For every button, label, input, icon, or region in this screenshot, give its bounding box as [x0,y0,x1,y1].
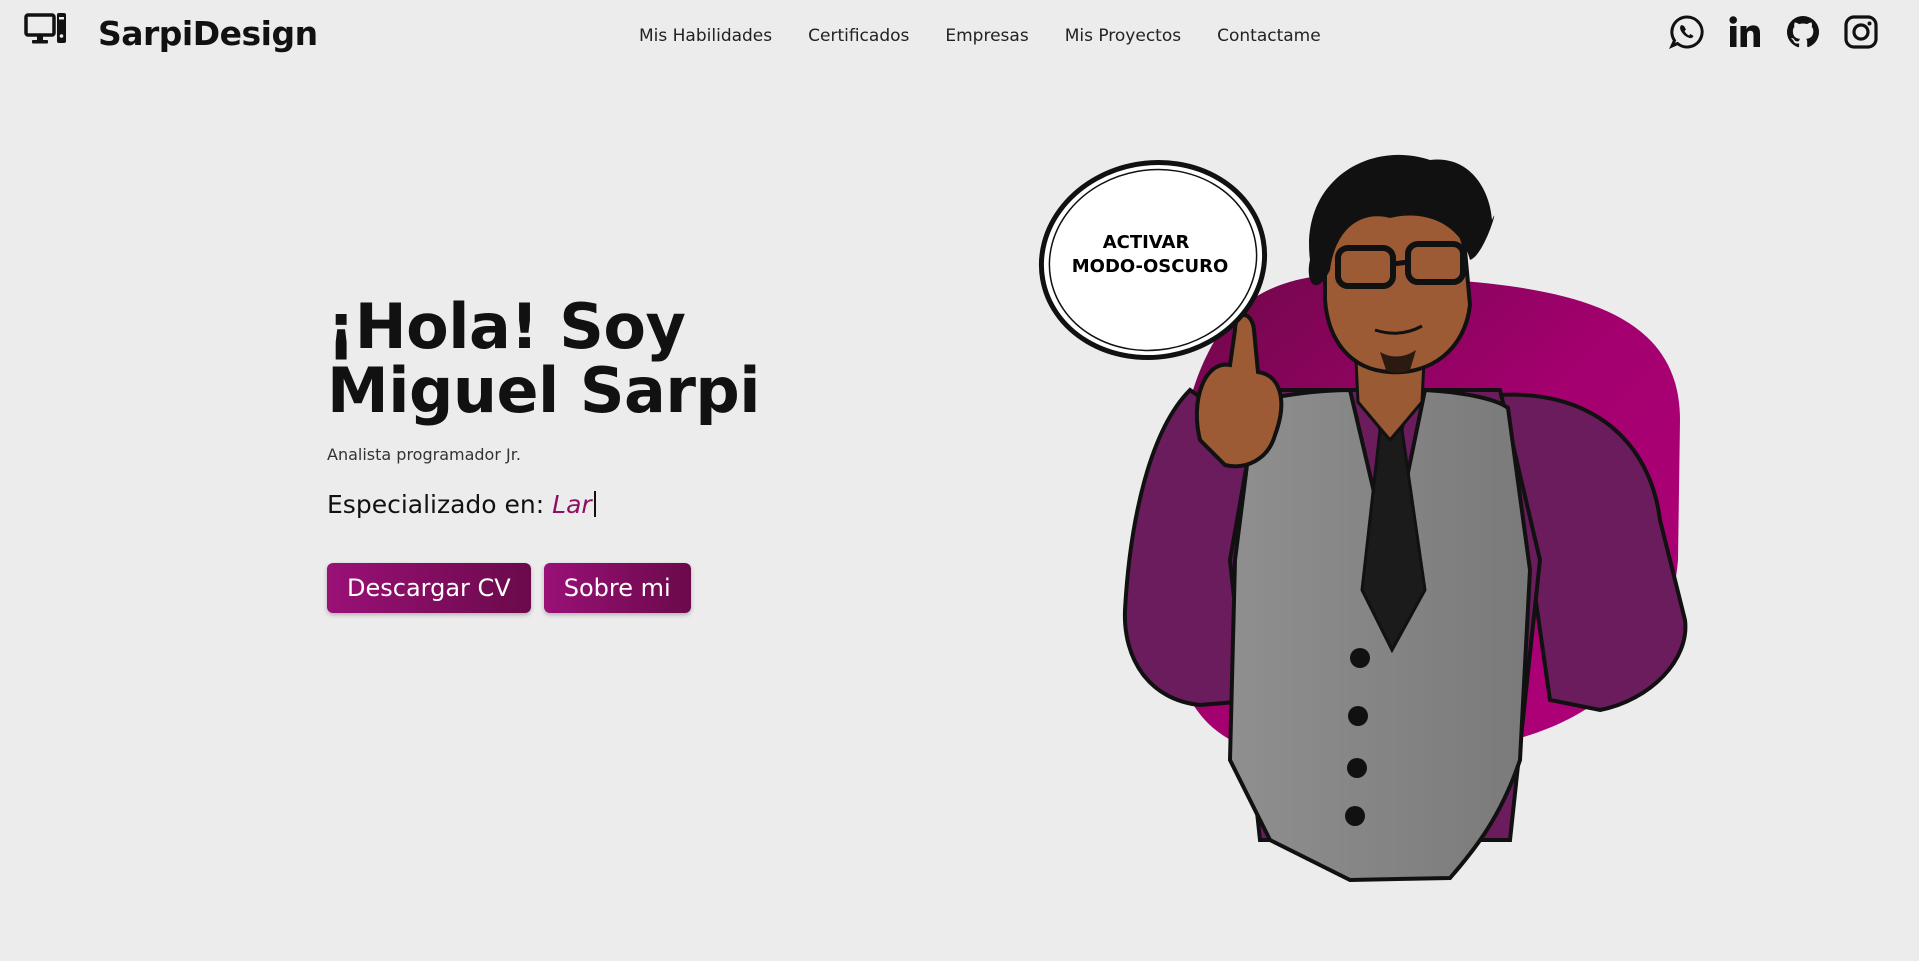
hero-subtitle: Analista programador Jr. [327,445,521,464]
hero-title-line1: ¡Hola! Soy [327,290,686,363]
whatsapp-icon[interactable] [1669,14,1705,50]
linkedin-icon[interactable] [1727,14,1763,50]
nav-link-empresas[interactable]: Empresas [945,26,1028,46]
desktop-computer-icon[interactable] [24,12,68,46]
nav-link-certificados[interactable]: Certificados [808,26,909,46]
nav-link-contactame[interactable]: Contactame [1217,26,1321,46]
specialization-typed-text: Lar [552,490,592,519]
avatar-illustration: ACTIVAR MODO-OSCURO [1038,154,1688,883]
hero-buttons: Descargar CV Sobre mi [327,563,887,613]
hero-title: ¡Hola! Soy Miguel Sarpi [327,295,887,423]
hero-section: ¡Hola! Soy Miguel Sarpi Analista program… [327,295,887,613]
dark-mode-toggle-line1[interactable]: ACTIVAR [1103,232,1190,253]
nav-link-habilidades[interactable]: Mis Habilidades [639,26,772,46]
github-icon[interactable] [1785,14,1821,50]
header: SarpiDesign Mis Habilidades Certificados… [0,0,1919,75]
typing-caret [593,491,596,517]
download-cv-button[interactable]: Descargar CV [327,563,531,613]
about-me-button[interactable]: Sobre mi [543,563,691,613]
hero-title-line2: Miguel Sarpi [327,354,761,427]
specialization-line: Especializado en: Lar [327,490,887,519]
dark-mode-toggle-line2[interactable]: MODO-OSCURO [1072,256,1229,277]
brand-name[interactable]: SarpiDesign [98,14,318,53]
specialization-label: Especializado en: [327,490,545,519]
instagram-icon[interactable] [1843,14,1879,50]
social-links [1669,14,1879,50]
main-nav: Mis Habilidades Certificados Empresas Mi… [639,26,1357,46]
nav-link-proyectos[interactable]: Mis Proyectos [1065,26,1181,46]
